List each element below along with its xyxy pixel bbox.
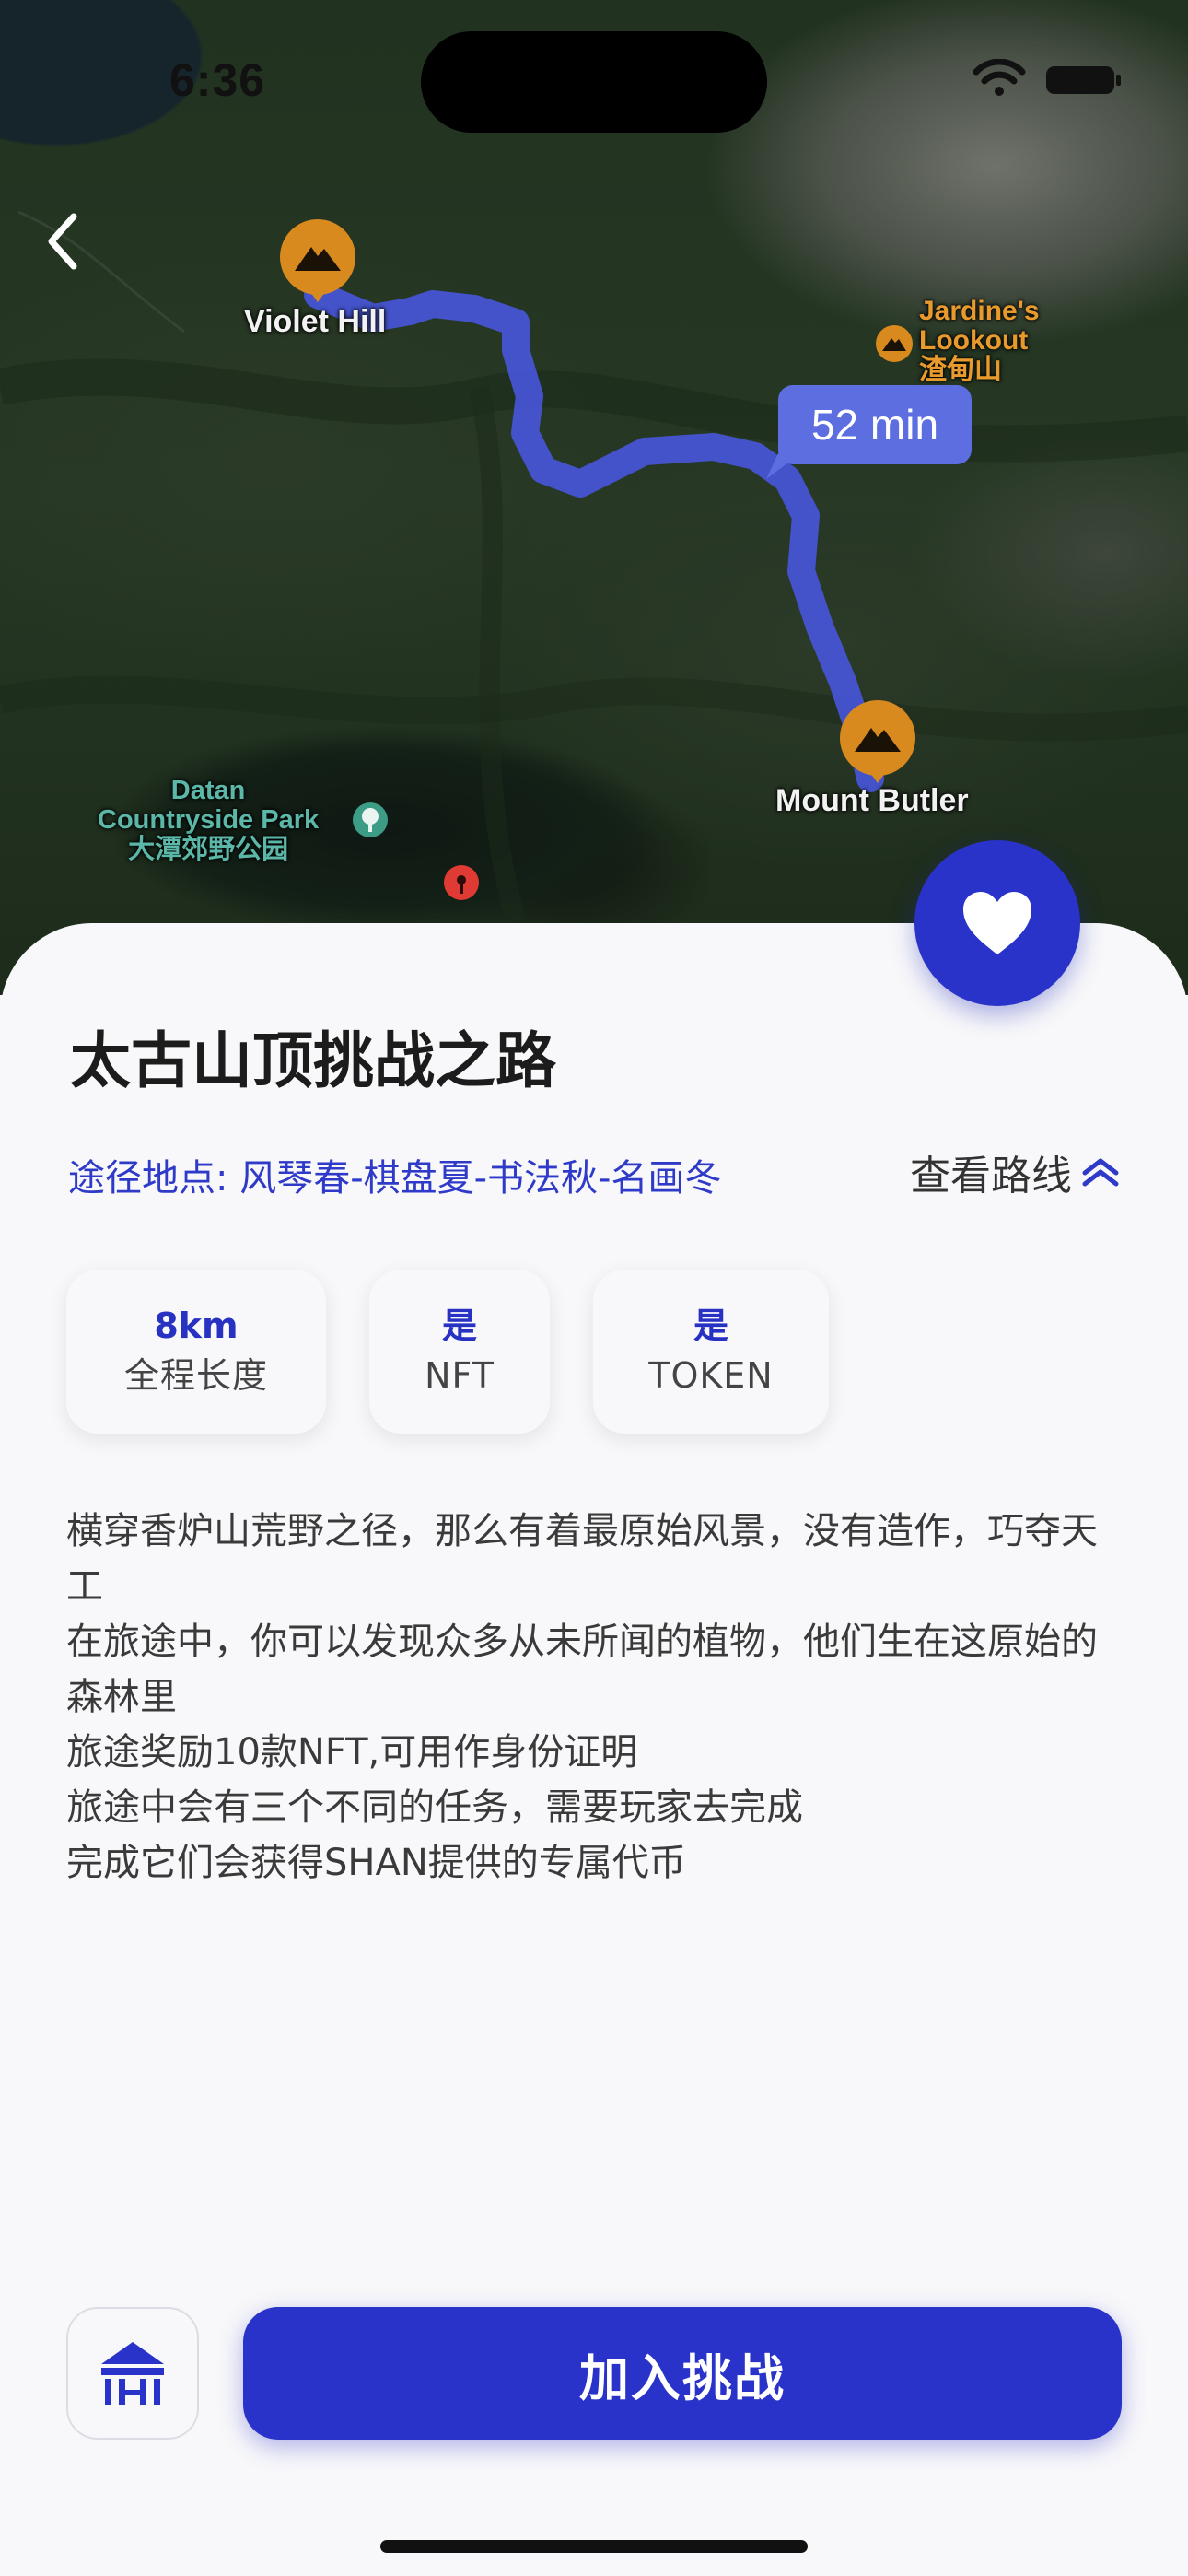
wifi-icon <box>973 58 1026 96</box>
heart-icon <box>963 892 1031 954</box>
chevron-left-icon <box>48 213 77 270</box>
description-line: 旅途中会有三个不同的任务，需要玩家去完成 <box>66 1786 803 1829</box>
route-description: 横穿香炉山荒野之径，那么有着最原始风景，没有造作，巧夺天工 在旅途中，你可以发现… <box>66 1504 1125 1891</box>
stat-value: 是 <box>441 1306 477 1346</box>
back-button[interactable] <box>35 205 90 278</box>
house-icon <box>101 2342 164 2405</box>
stat-value: 是 <box>693 1306 728 1346</box>
home-button[interactable] <box>66 2307 199 2440</box>
stat-value: 8km <box>154 1306 239 1346</box>
park-label: Datan Countryside Park 大潭郊野公园 <box>98 776 320 864</box>
stat-card-token: 是 TOKEN <box>593 1270 829 1434</box>
start-location-label: Violet Hill <box>244 304 387 339</box>
description-line: 旅途奖励10款NFT,可用作身份证明 <box>66 1731 638 1774</box>
view-route-button[interactable]: 查看路线 <box>910 1142 1120 1201</box>
join-challenge-button[interactable]: 加入挑战 <box>243 2307 1122 2440</box>
poi-label: Jardine's Lookout 渣甸山 <box>919 296 1040 385</box>
battery-icon <box>1046 66 1121 94</box>
duration-bubble: 52 min <box>778 385 972 464</box>
bubble-tail <box>766 451 803 479</box>
view-route-label: 查看路线 <box>910 1153 1072 1200</box>
status-time: 6:36 <box>169 54 266 106</box>
stat-label: 全程长度 <box>123 1355 268 1396</box>
mountain-pin-icon[interactable] <box>278 217 357 306</box>
home-indicator <box>380 2540 808 2553</box>
description-line: 在旅途中，你可以发现众多从未所闻的植物，他们生在这原始的森林里 <box>66 1621 1098 1718</box>
favorite-button[interactable] <box>914 840 1080 1006</box>
waypoints-text: 途径地点: 风琴春-棋盘夏-书法秋-名画冬 <box>68 1157 722 1200</box>
stat-label: TOKEN <box>648 1355 774 1396</box>
stat-card-nft: 是 NFT <box>369 1270 550 1434</box>
end-location-label: Mount Butler <box>775 783 969 818</box>
tree-icon <box>353 802 388 837</box>
dynamic-island <box>421 31 767 133</box>
location-marker-icon <box>444 865 479 900</box>
description-line: 完成它们会获得SHAN提供的专属代币 <box>66 1842 686 1884</box>
double-chevron-up-icon <box>1082 1158 1119 1187</box>
stat-label: NFT <box>425 1355 495 1396</box>
status-icons <box>973 58 1124 103</box>
mountain-pin-icon[interactable] <box>838 698 917 787</box>
route-title: 太古山顶挑战之路 <box>70 1025 556 1096</box>
stat-card-length: 8km 全程长度 <box>66 1270 326 1434</box>
mountain-poi-icon <box>876 325 913 362</box>
description-line: 横穿香炉山荒野之径，那么有着最原始风景，没有造作，巧夺天工 <box>66 1510 1098 1608</box>
